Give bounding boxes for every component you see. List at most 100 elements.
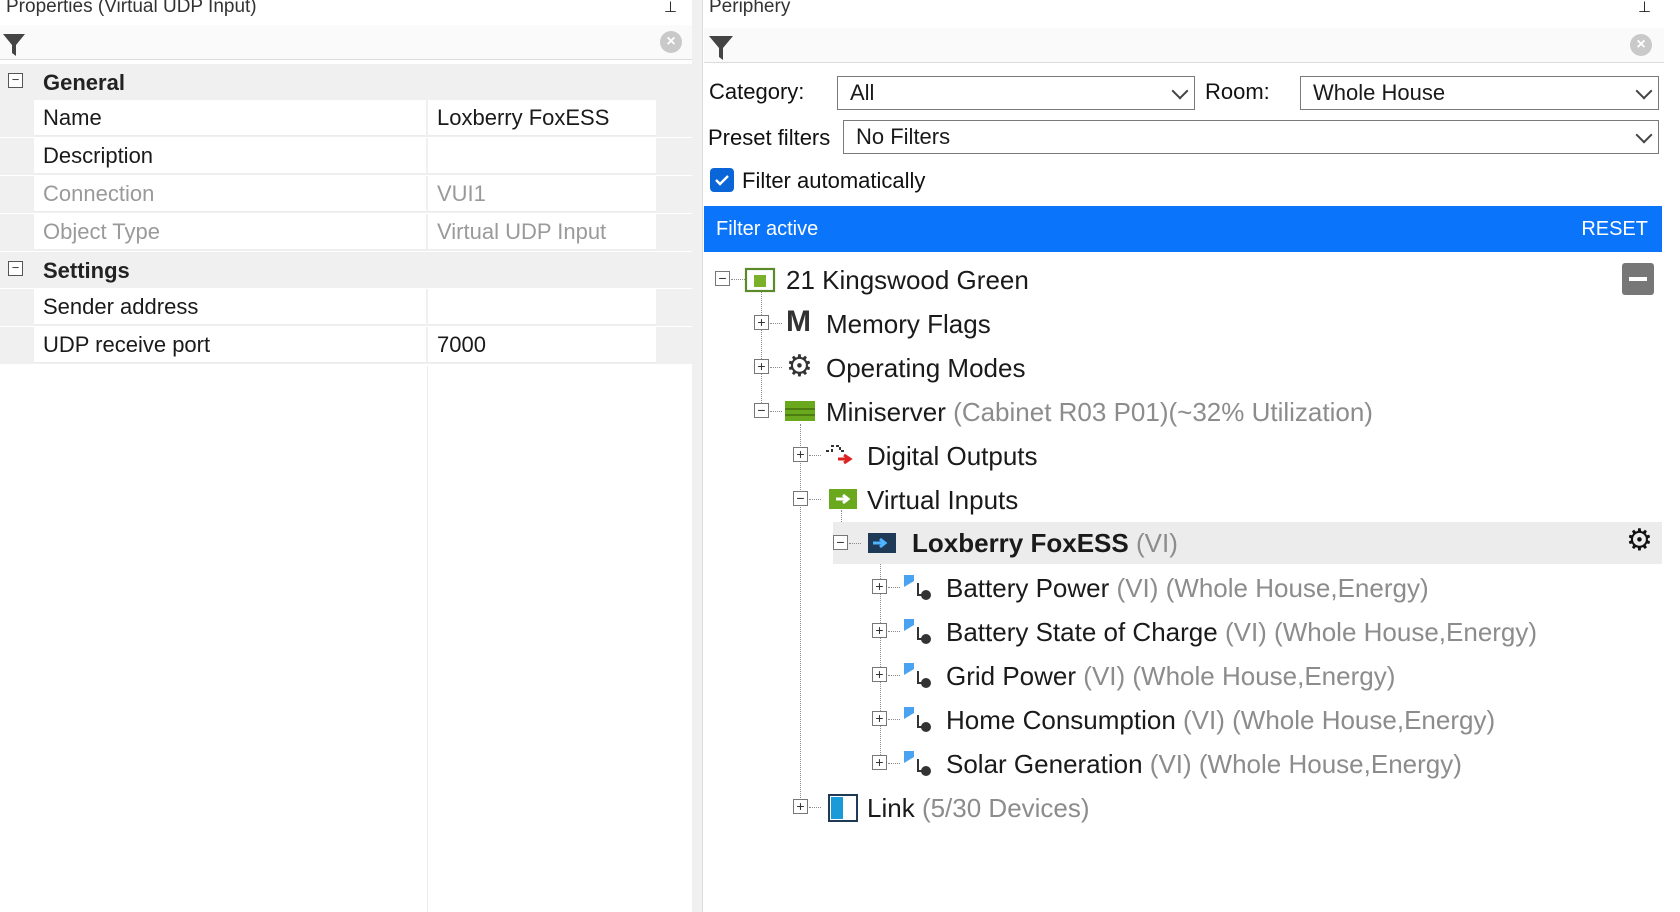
filter-auto-checkbox[interactable] (710, 168, 734, 192)
tree-sublabel: (VI) (Whole House,Energy) (1149, 749, 1462, 779)
chevron-down-icon (1635, 126, 1653, 144)
tree-label: Battery Power (946, 573, 1110, 603)
digital-output-icon (826, 445, 853, 465)
tree-sublabel: (VI) (Whole House,Energy) (1224, 617, 1538, 647)
preset-filters-value: No Filters (856, 124, 951, 149)
clear-filter-icon[interactable]: × (1630, 34, 1652, 56)
input-command-icon (904, 751, 931, 776)
expand-icon[interactable]: + (754, 315, 769, 330)
prop-key: Object Type (34, 214, 426, 250)
prop-key: Description (34, 138, 426, 174)
collapse-icon[interactable]: − (793, 491, 808, 506)
room-value: Whole House (1313, 80, 1446, 105)
category-general[interactable]: − General (0, 64, 692, 100)
category-dropdown[interactable]: All (837, 76, 1195, 110)
prop-value: Virtual UDP Input (428, 214, 656, 250)
tree-label: Digital Outputs (867, 441, 1038, 471)
category-label: Settings (43, 258, 130, 283)
chevron-down-icon (1635, 82, 1653, 100)
link-extension-icon (828, 794, 858, 822)
tree-node-loxberry-foxess[interactable]: − Loxberry FoxESS (VI) ⚙ (833, 522, 1662, 564)
tree-label: Battery State of Charge (946, 617, 1218, 647)
input-command-icon (904, 619, 931, 644)
tree-label: Solar Generation (946, 749, 1143, 779)
input-command-icon (904, 707, 931, 732)
prop-row-connection: Connection VUI1 (0, 176, 692, 213)
prop-row-udp-port[interactable]: UDP receive port 7000 (0, 327, 692, 364)
tree-line (761, 290, 762, 415)
preset-filters-dropdown[interactable]: No Filters (843, 120, 1659, 154)
pin-icon[interactable]: ⊥ (1638, 0, 1651, 16)
panel-splitter[interactable] (692, 0, 703, 912)
prop-key: UDP receive port (34, 327, 426, 363)
checkmark-icon (715, 175, 729, 186)
category-value: All (850, 80, 875, 105)
tree-sublabel: (VI) (1135, 528, 1178, 558)
tree-sublabel: (VI) (Whole House,Energy) (1083, 661, 1396, 691)
category-settings[interactable]: − Settings (0, 252, 692, 288)
prop-value[interactable]: Loxberry FoxESS (428, 100, 656, 136)
prop-row-description[interactable]: Description (0, 138, 692, 175)
prop-value: VUI1 (428, 176, 656, 212)
chevron-down-icon (1171, 82, 1189, 100)
input-command-icon (904, 663, 931, 688)
pin-icon[interactable]: ⊥ (664, 0, 677, 16)
properties-panel: Properties (Virtual UDP Input) ⊥ × − Gen… (0, 0, 692, 912)
expand-icon[interactable]: + (872, 623, 887, 638)
periphery-title: Periphery (709, 0, 791, 17)
building-icon (744, 267, 776, 293)
column-divider (427, 366, 428, 912)
tree-label: Link (867, 793, 915, 823)
filter-icon[interactable] (2, 33, 26, 57)
input-command-icon (904, 575, 931, 600)
prop-key: Connection (34, 176, 426, 212)
preset-filters-label: Preset filters (708, 125, 831, 150)
expand-icon[interactable]: + (793, 799, 808, 814)
filter-active-text: Filter active (716, 218, 819, 240)
collapse-icon[interactable]: − (754, 403, 769, 418)
collapse-icon[interactable]: − (833, 535, 848, 550)
expand-icon[interactable]: + (872, 667, 887, 682)
clear-filter-icon[interactable]: × (660, 31, 682, 53)
room-label: Room: (1205, 79, 1270, 104)
memory-flag-icon: M (786, 305, 811, 338)
collapse-icon[interactable]: − (8, 261, 23, 276)
tree-sublabel: (5/30 Devices) (921, 793, 1090, 823)
gear-icon: ⚙ (786, 350, 813, 383)
prop-row-object-type: Object Type Virtual UDP Input (0, 214, 692, 251)
tree-sublabel: (VI) (Whole House,Energy) (1116, 573, 1429, 603)
expand-icon[interactable]: + (754, 359, 769, 374)
tree-label: Virtual Inputs (867, 485, 1019, 515)
expand-icon[interactable]: + (872, 579, 887, 594)
filter-icon[interactable] (708, 35, 734, 61)
collapse-icon[interactable]: − (8, 73, 23, 88)
tree-label: Home Consumption (946, 705, 1176, 735)
filter-active-banner: Filter active RESET (704, 206, 1662, 252)
prop-row-sender-address[interactable]: Sender address (0, 289, 692, 326)
expand-icon[interactable]: + (872, 755, 887, 770)
tree-label: 21 Kingswood Green (786, 265, 1029, 295)
prop-value[interactable]: 7000 (428, 327, 656, 363)
tree-label: Operating Modes (826, 353, 1026, 383)
prop-value[interactable] (428, 289, 656, 325)
miniserver-icon (785, 401, 815, 421)
tree-label: Grid Power (946, 661, 1077, 691)
expand-icon[interactable]: + (793, 447, 808, 462)
room-dropdown[interactable]: Whole House (1300, 76, 1659, 110)
category-label: General (43, 70, 125, 95)
reset-button[interactable]: RESET (1581, 218, 1648, 241)
prop-value[interactable] (428, 138, 656, 174)
periphery-filter-bar[interactable]: × (704, 28, 1664, 63)
collapse-icon[interactable]: − (715, 271, 730, 286)
prop-row-name[interactable]: Name Loxberry FoxESS (0, 100, 692, 137)
virtual-udp-input-icon (868, 533, 896, 553)
tree-node-root[interactable]: − 21 Kingswood Green (704, 259, 1662, 299)
collapse-all-button[interactable] (1622, 263, 1654, 295)
properties-filter-bar[interactable]: × (0, 25, 692, 60)
gear-icon[interactable]: ⚙ (1626, 523, 1653, 558)
tree-label: Miniserver (826, 397, 946, 427)
expand-icon[interactable]: + (872, 711, 887, 726)
tree-sublabel: (Cabinet R03 P01)(~32% Utilization) (953, 397, 1373, 427)
filter-auto-label[interactable]: Filter automatically (742, 168, 925, 194)
prop-key: Sender address (34, 289, 426, 325)
